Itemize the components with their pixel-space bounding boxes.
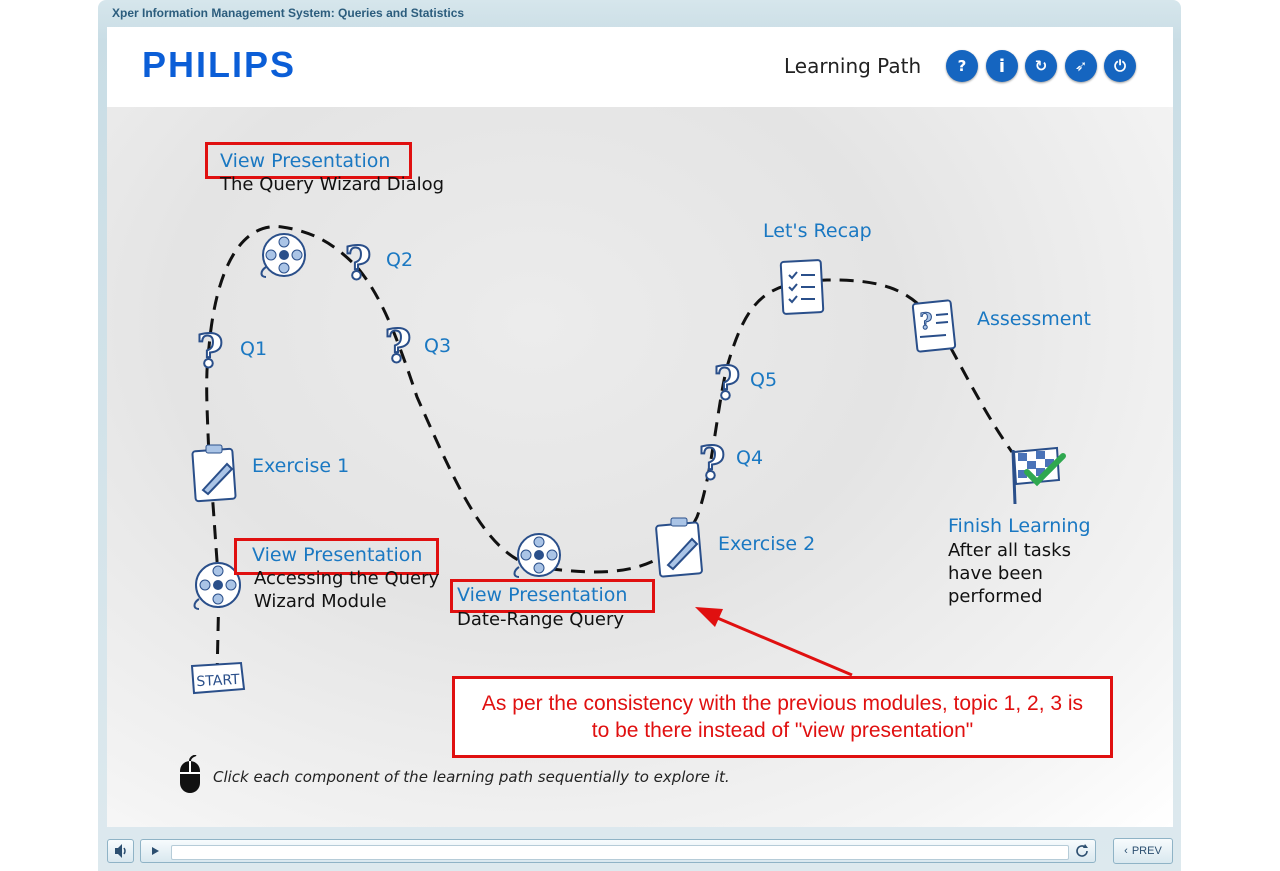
presentation-1-desc-2: Wizard Module: [254, 591, 387, 612]
svg-text:?: ?: [714, 357, 741, 410]
window-title: Xper Information Management System: Quer…: [112, 6, 465, 20]
presentation-3-link[interactable]: View Presentation: [457, 584, 627, 606]
progress-track[interactable]: [171, 845, 1069, 860]
annotation-note: As per the consistency with the previous…: [452, 676, 1113, 758]
prev-label: PREV: [1131, 845, 1162, 857]
film-reel-icon[interactable]: [254, 231, 310, 285]
start-label: START: [196, 672, 240, 690]
finish-learning-link[interactable]: Finish Learning: [948, 515, 1091, 537]
finish-desc-3: performed: [948, 586, 1043, 607]
play-icon[interactable]: [141, 840, 169, 862]
prev-button[interactable]: ‹ PREV: [1113, 838, 1173, 864]
presentation-2-link[interactable]: View Presentation: [220, 150, 390, 172]
presentation-3-desc: Date-Range Query: [457, 609, 624, 630]
presentation-1-link[interactable]: View Presentation: [252, 544, 422, 566]
exercise-2-link[interactable]: Exercise 2: [718, 533, 815, 555]
checkered-flag-icon[interactable]: [1005, 442, 1071, 512]
svg-text:?: ?: [385, 320, 412, 373]
question-mark-icon[interactable]: ?: [193, 323, 227, 385]
question-mark-icon[interactable]: ?: [695, 435, 729, 497]
finish-desc-2: have been: [948, 563, 1043, 584]
instruction-text: Click each component of the learning pat…: [213, 768, 730, 786]
clipboard-pencil-icon[interactable]: [191, 442, 239, 508]
clipboard-pencil-icon[interactable]: [654, 515, 706, 583]
exercise-1-link[interactable]: Exercise 1: [252, 455, 349, 477]
svg-text:?: ?: [699, 437, 726, 490]
volume-icon[interactable]: [107, 839, 134, 863]
power-icon[interactable]: ⏻: [1104, 50, 1136, 82]
question-mark-icon[interactable]: ?: [341, 235, 375, 297]
page-title: Learning Path: [784, 54, 922, 78]
info-icon[interactable]: i: [986, 50, 1018, 82]
question-mark-icon[interactable]: ?: [381, 318, 415, 380]
presentation-2-desc: The Query Wizard Dialog: [220, 174, 445, 195]
q3-link[interactable]: Q3: [424, 335, 451, 357]
assessment-link[interactable]: Assessment: [977, 308, 1091, 330]
svg-text:?: ?: [197, 325, 224, 378]
q4-link[interactable]: Q4: [736, 447, 763, 469]
svg-text:?: ?: [345, 237, 372, 290]
assessment-sheet-icon[interactable]: ?: [910, 297, 960, 361]
q1-link[interactable]: Q1: [240, 338, 267, 360]
philips-logo: PHILIPS: [142, 44, 297, 85]
course-header: PHILIPS Learning Path ? i ↻ ➶ ⏻: [107, 27, 1173, 107]
annotation-arrow: [695, 607, 853, 677]
help-icon[interactable]: ?: [946, 50, 978, 82]
progress-bar[interactable]: [140, 839, 1096, 863]
question-mark-icon[interactable]: ?: [710, 355, 744, 417]
replay-icon[interactable]: [1073, 842, 1091, 860]
player-controls: ‹ PREV: [107, 838, 1173, 866]
compass-icon[interactable]: ➶: [1065, 50, 1097, 82]
learning-path-canvas: START View Presentation Accessing the Qu…: [107, 107, 1173, 827]
checklist-icon[interactable]: [777, 255, 829, 321]
finish-desc-1: After all tasks: [948, 540, 1071, 561]
recap-link[interactable]: Let's Recap: [763, 220, 872, 242]
film-reel-icon[interactable]: [510, 531, 566, 585]
q2-link[interactable]: Q2: [386, 249, 413, 271]
presentation-1-desc: Accessing the Query: [254, 568, 440, 589]
mouse-icon: [178, 754, 202, 799]
chevron-left-icon: ‹: [1124, 845, 1128, 857]
svg-text:?: ?: [920, 309, 933, 335]
refresh-icon[interactable]: ↻: [1025, 50, 1057, 82]
course-stage: PHILIPS Learning Path ? i ↻ ➶ ⏻ START Vi…: [107, 27, 1173, 827]
start-sign-icon[interactable]: START: [189, 660, 247, 700]
q5-link[interactable]: Q5: [750, 369, 777, 391]
